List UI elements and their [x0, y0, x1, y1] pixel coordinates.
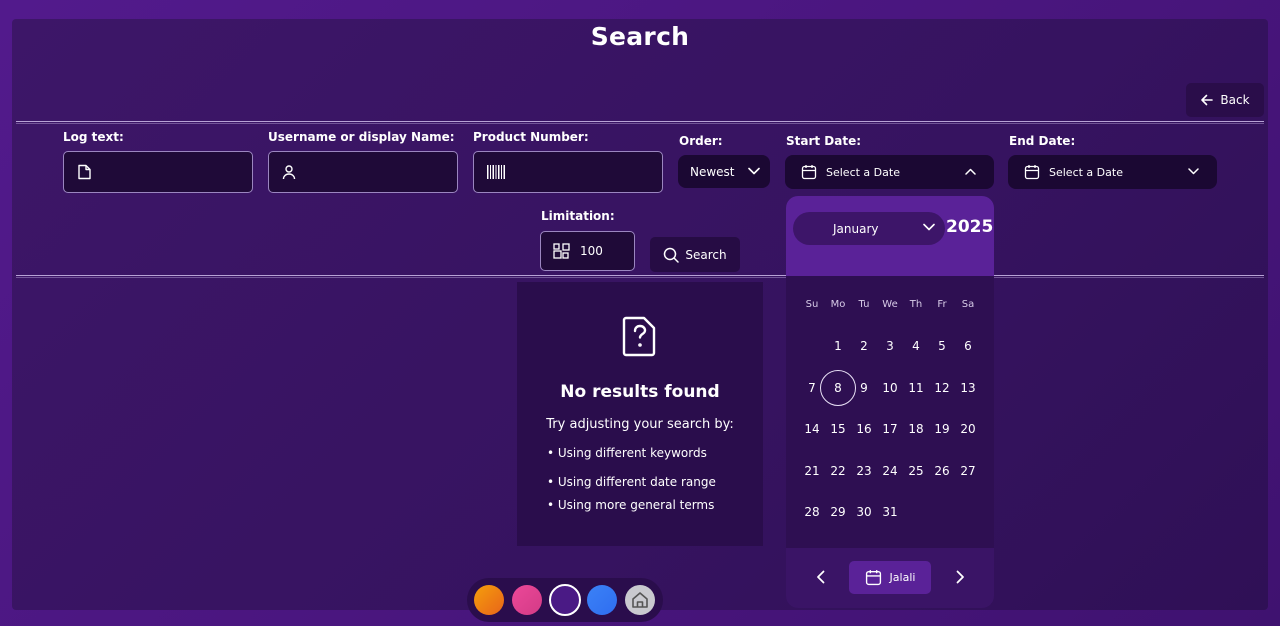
back-button[interactable]: Back — [1186, 83, 1264, 117]
theme-switcher — [467, 578, 663, 622]
log-text-label: Log text: — [63, 130, 124, 144]
theme-pink-swatch[interactable] — [512, 585, 542, 615]
year-value[interactable]: 2025 — [946, 217, 993, 237]
chevron-up-icon — [965, 168, 976, 175]
chevron-left-icon[interactable] — [816, 570, 825, 584]
barcode-icon — [487, 165, 505, 179]
calendar-footer: Jalali — [786, 548, 994, 608]
month-value: January — [833, 221, 879, 236]
chevron-right-icon[interactable] — [956, 570, 965, 584]
back-button-label: Back — [1220, 93, 1250, 107]
chevron-down-icon — [748, 167, 760, 175]
theme-orange-swatch[interactable] — [474, 585, 504, 615]
calendar-mode-label: Jalali — [889, 571, 916, 584]
theme-blue-swatch[interactable] — [587, 585, 617, 615]
product-number-label: Product Number: — [473, 130, 589, 144]
calendar-icon — [1024, 165, 1040, 180]
theme-purple-swatch[interactable] — [549, 584, 581, 616]
calendar-day[interactable]: 31 — [872, 494, 908, 530]
grid-plus-icon — [553, 242, 570, 259]
home-button[interactable] — [625, 585, 655, 615]
weekday-header: Su — [805, 299, 819, 310]
month-select[interactable]: January — [793, 212, 945, 245]
product-number-input[interactable] — [473, 151, 663, 193]
calendar-day[interactable]: 20 — [950, 411, 986, 447]
weekday-header: Mo — [830, 299, 846, 310]
calendar-day[interactable]: 6 — [950, 328, 986, 364]
end-date-picker[interactable]: Select a Date — [1008, 155, 1217, 189]
empty-state-card: No results found Try adjusting your sear… — [517, 282, 763, 546]
divider-top — [16, 121, 1264, 122]
date-picker-popup: January 2025 Su Mo Tu We Th Fr Sa 1 2 3 4 5 6 7 8 9 10 11… — [786, 196, 994, 608]
weekday-header: Th — [909, 299, 923, 310]
divider-bottom — [16, 275, 1264, 276]
empty-state-tip: • Using different date range — [547, 475, 716, 489]
weekday-header: We — [882, 299, 898, 310]
limitation-value: 100 — [580, 244, 603, 258]
empty-state-tip: • Using different keywords — [547, 446, 707, 460]
chevron-down-icon — [923, 223, 935, 231]
search-icon — [664, 247, 680, 263]
user-icon — [282, 165, 296, 180]
chevron-down-icon — [1188, 168, 1199, 175]
page-title: Search — [590, 22, 690, 51]
calendar-header: January 2025 — [786, 196, 994, 276]
limitation-input[interactable]: 100 — [540, 231, 635, 271]
calendar-icon — [801, 165, 817, 180]
empty-state-title: No results found — [560, 382, 720, 402]
empty-state-tip: • Using more general terms — [547, 498, 715, 512]
start-date-picker[interactable]: Select a Date — [785, 155, 994, 189]
home-icon — [632, 592, 648, 608]
weekday-header: Tu — [858, 299, 870, 310]
search-button-label: Search — [685, 247, 727, 262]
start-date-value: Select a Date — [826, 165, 900, 179]
username-input[interactable] — [268, 151, 458, 193]
log-text-input[interactable] — [63, 151, 253, 193]
weekday-header: Fr — [937, 299, 947, 310]
end-date-value: Select a Date — [1049, 165, 1123, 179]
start-date-label: Start Date: — [786, 134, 862, 148]
empty-state-subtitle: Try adjusting your search by: — [546, 417, 734, 432]
end-date-label: End Date: — [1009, 134, 1076, 148]
calendar-day[interactable]: 27 — [950, 453, 986, 489]
order-select[interactable]: Newest — [678, 155, 770, 188]
arrow-left-icon — [1201, 94, 1214, 106]
calendar-day[interactable]: 13 — [950, 370, 986, 406]
order-value: Newest — [690, 164, 735, 179]
username-label: Username or display Name: — [268, 130, 455, 144]
calendar-mode-toggle[interactable]: Jalali — [849, 561, 931, 594]
document-icon — [78, 164, 91, 180]
weekday-header: Sa — [961, 299, 975, 310]
order-label: Order: — [679, 134, 723, 148]
file-question-icon — [622, 316, 656, 357]
calendar-icon — [865, 570, 881, 586]
search-button[interactable]: Search — [650, 237, 740, 272]
calendar-grid: Su Mo Tu We Th Fr Sa 1 2 3 4 5 6 7 8 9 10 11 12 13 14 15 16 17 1… — [786, 276, 994, 548]
limitation-label: Limitation: — [541, 209, 615, 223]
